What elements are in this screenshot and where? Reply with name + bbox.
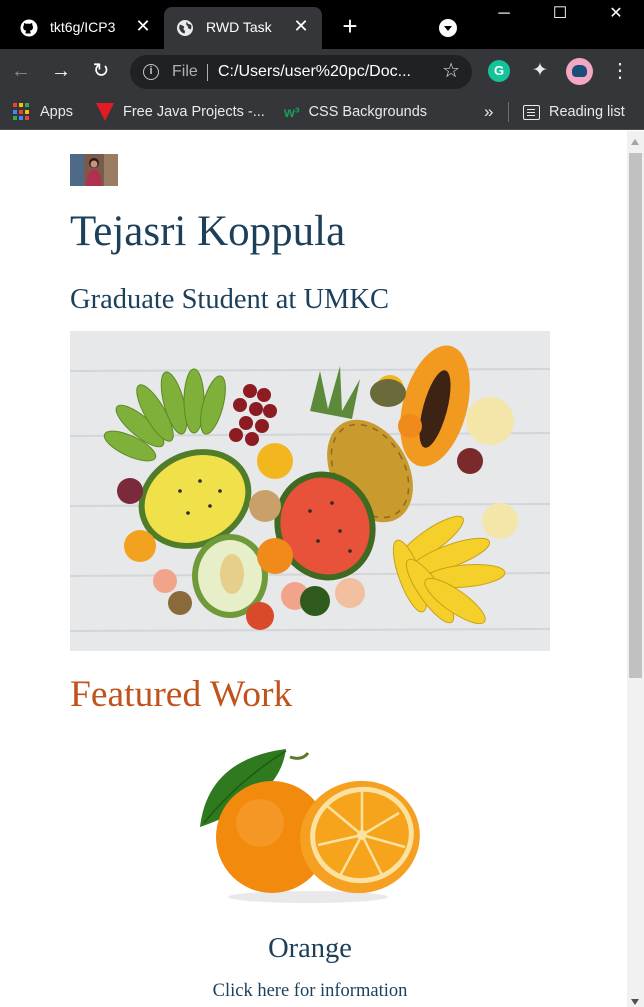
tab-title: RWD Task bbox=[206, 19, 272, 35]
bookmarks-divider bbox=[508, 102, 509, 122]
fruits-illustration bbox=[70, 331, 550, 651]
bookmarks-bar: Apps Free Java Projects -... w³ CSS Back… bbox=[0, 94, 644, 130]
bookmark-java-projects[interactable]: Free Java Projects -... bbox=[96, 94, 265, 130]
work-info-link[interactable]: Click here for information bbox=[70, 981, 550, 1002]
page-viewport: Tejasri Koppula Graduate Student at UMKC bbox=[0, 131, 627, 1007]
scroll-up-arrow-icon[interactable] bbox=[631, 139, 639, 145]
github-icon bbox=[20, 19, 38, 37]
tab-icp3[interactable]: tkt6g/ICP3 ✕ bbox=[8, 7, 164, 49]
scroll-thumb[interactable] bbox=[629, 153, 642, 678]
tab-search-icon[interactable] bbox=[439, 19, 457, 37]
reading-list-button[interactable]: Reading list bbox=[523, 94, 625, 130]
java-projects-icon bbox=[96, 103, 114, 121]
bookmark-label: Apps bbox=[40, 104, 74, 120]
extensions-puzzle-icon[interactable]: ✦ bbox=[529, 60, 551, 82]
apps-grid-icon bbox=[13, 103, 31, 121]
bookmark-css-backgrounds[interactable]: w³ CSS Backgrounds bbox=[284, 94, 427, 130]
scroll-down-arrow-icon[interactable] bbox=[631, 999, 639, 1005]
address-bar[interactable]: i File C:/Users/user%20pc/Doc... ☆ bbox=[130, 55, 472, 89]
tab-rwd-task[interactable]: RWD Task ✕ bbox=[164, 7, 322, 49]
fruits-hero-image bbox=[70, 331, 550, 651]
orange-image bbox=[190, 739, 426, 905]
bookmark-label: Free Java Projects -... bbox=[123, 104, 265, 120]
close-window-button[interactable]: ✕ bbox=[588, 0, 644, 30]
featured-work-heading: Featured Work bbox=[70, 674, 293, 715]
profile-photo bbox=[70, 154, 118, 186]
bookmark-label: CSS Backgrounds bbox=[308, 104, 428, 120]
page-subtitle: Graduate Student at UMKC bbox=[70, 284, 389, 315]
reading-list-icon bbox=[523, 104, 540, 120]
url-text[interactable]: C:/Users/user%20pc/Doc... bbox=[218, 63, 411, 81]
bookmark-apps[interactable]: Apps bbox=[13, 94, 73, 130]
forward-arrow-icon[interactable]: → bbox=[49, 59, 73, 83]
grammarly-extension-icon[interactable]: G bbox=[488, 60, 510, 82]
close-tab-icon[interactable]: ✕ bbox=[134, 17, 152, 35]
profile-avatar-icon[interactable] bbox=[566, 58, 593, 85]
reload-icon[interactable]: ↻ bbox=[89, 59, 113, 83]
reading-list-label: Reading list bbox=[549, 104, 625, 120]
info-icon[interactable]: i bbox=[143, 64, 159, 80]
work-title: Orange bbox=[268, 933, 352, 964]
address-divider bbox=[207, 64, 208, 81]
w3schools-icon: w³ bbox=[284, 104, 300, 120]
tab-title: tkt6g/ICP3 bbox=[50, 19, 116, 35]
globe-icon bbox=[177, 20, 193, 36]
close-tab-icon[interactable]: ✕ bbox=[292, 17, 310, 35]
browser-toolbar: ← → ↻ i File C:/Users/user%20pc/Doc... ☆… bbox=[0, 49, 644, 94]
maximize-button[interactable]: ☐ bbox=[532, 0, 588, 30]
bookmark-star-icon[interactable]: ☆ bbox=[442, 60, 460, 82]
orange-illustration bbox=[200, 749, 420, 903]
profile-photo-image bbox=[70, 154, 118, 186]
new-tab-button[interactable]: + bbox=[337, 13, 363, 40]
minimize-button[interactable]: ─ bbox=[476, 0, 532, 30]
tab-strip: tkt6g/ICP3 ✕ RWD Task ✕ + ─ ☐ ✕ bbox=[0, 0, 644, 49]
back-arrow-icon[interactable]: ← bbox=[9, 59, 33, 83]
page-title: Tejasri Koppula bbox=[70, 208, 346, 255]
kebab-menu-icon[interactable]: ⋮ bbox=[609, 60, 631, 82]
bookmarks-overflow-icon[interactable]: » bbox=[484, 94, 493, 130]
url-scheme: File bbox=[172, 63, 198, 80]
page-scrollbar[interactable] bbox=[627, 131, 644, 1007]
